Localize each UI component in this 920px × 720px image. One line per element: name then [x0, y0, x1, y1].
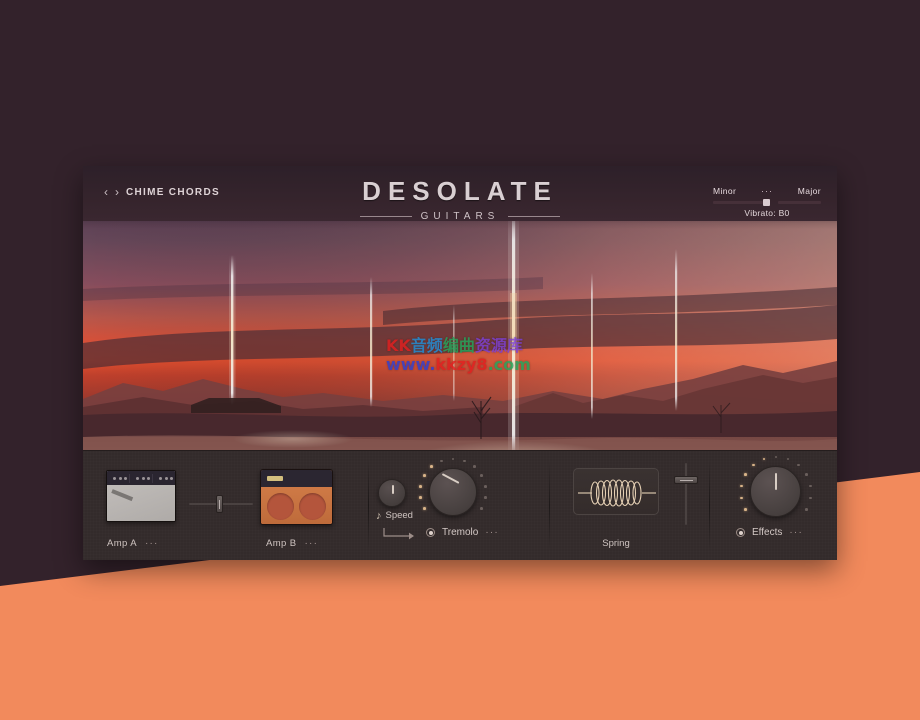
routing-arrow-icon: [383, 528, 414, 540]
knob-tick-dot: [419, 484, 422, 488]
speed-label: Speed: [385, 510, 413, 521]
minor-major-control: Minor ··· Major Vibrato: B0: [713, 186, 821, 218]
knob-tick-dot: [740, 484, 743, 488]
vibrato-label: Vibrato: B0: [744, 208, 790, 218]
amp-a-caption: Amp A ···: [107, 538, 159, 549]
knob-tick-dot: [430, 465, 434, 468]
amp-b-caption: Amp B ···: [266, 538, 318, 549]
brand-title: DESOLATE: [362, 176, 558, 206]
amp-a-knob-group-3: [157, 474, 175, 483]
brand-rule-left: [359, 216, 412, 217]
tremolo-caption: Tremolo ···: [426, 527, 499, 538]
prev-preset-icon[interactable]: ‹: [104, 186, 108, 198]
control-rack: Amp A ··· Amp B ··· ♪ Speed Tremolo ··· …: [83, 450, 837, 560]
plugin-window: KK音频编曲资源库 www.kkzy8.com ‹ › CHIME CHORDS…: [83, 166, 837, 560]
amps-module: Amp A ··· Amp B ···: [83, 451, 369, 560]
preset-name-label[interactable]: CHIME CHORDS: [126, 187, 220, 198]
spring-image[interactable]: [573, 468, 659, 515]
knob-tick-dot: [744, 508, 747, 511]
knob-tick-dot: [480, 474, 483, 477]
effects-caption: Effects ···: [736, 527, 803, 538]
minor-major-dots: ···: [761, 186, 773, 196]
slider-handle[interactable]: [763, 199, 770, 206]
spring-label: Spring: [602, 538, 630, 549]
knob-tick-dot: [786, 457, 790, 461]
amp-a-label: Amp A: [107, 538, 137, 549]
music-note-icon: ♪: [376, 509, 382, 522]
amp-b-control-panel: [261, 470, 332, 487]
knob-tick-dot: [744, 473, 747, 476]
knob-tick-dot: [484, 484, 487, 488]
knob-tick-dot: [752, 463, 755, 467]
speed-caption: ♪ Speed: [376, 510, 413, 521]
amp-a-stripe: [111, 489, 134, 502]
knob-tick-dot: [805, 473, 808, 476]
amp-b-speaker-left: [266, 493, 294, 520]
brand-subtitle: GUITARS: [420, 211, 500, 222]
slider-bar-left: [713, 201, 763, 204]
tremolo-toggle-icon[interactable]: [426, 528, 435, 537]
crossfader-handle[interactable]: [216, 495, 223, 513]
brand-rule-right: [508, 216, 561, 217]
tremolo-knob[interactable]: [429, 468, 477, 516]
plugin-header: ‹ › CHIME CHORDS DESOLATE GUITARS Minor …: [83, 166, 837, 222]
amp-b-image[interactable]: [260, 469, 333, 525]
major-label: Major: [797, 186, 821, 196]
amp-b-menu-icon[interactable]: ···: [305, 538, 319, 548]
spring-module: Spring: [550, 451, 710, 560]
amp-a-control-panel: [107, 471, 175, 485]
amp-a-knob-group-2: [134, 473, 153, 483]
spring-fader-handle[interactable]: [674, 476, 698, 484]
tremolo-label: Tremolo: [442, 527, 479, 538]
speed-knob-pointer: [392, 485, 394, 494]
knob-tick-dot: [451, 457, 455, 461]
preset-breadcrumb: ‹ › CHIME CHORDS: [104, 186, 220, 198]
knob-tick-dot: [419, 496, 422, 500]
knob-tick-dot: [423, 474, 426, 477]
effects-menu-icon[interactable]: ···: [789, 527, 803, 537]
spring-fader-track: [685, 463, 687, 525]
amp-a-image[interactable]: [106, 470, 176, 522]
amp-crossfader[interactable]: [189, 495, 253, 513]
knob-tick-dot: [440, 459, 443, 463]
knob-tick-dot: [797, 463, 800, 467]
amp-b-speaker-right: [299, 493, 327, 520]
spring-coil-icon: [578, 479, 656, 507]
amp-a-knob-group-1: [111, 473, 130, 483]
minor-major-slider[interactable]: [713, 199, 821, 206]
slider-bar-right: [778, 201, 821, 204]
tremolo-module: ♪ Speed Tremolo ···: [369, 451, 550, 560]
knob-tick-dot: [805, 508, 808, 511]
tremolo-menu-icon[interactable]: ···: [485, 527, 499, 537]
amp-b-label: Amp B: [266, 538, 297, 549]
knob-tick-dot: [809, 496, 812, 500]
knob-tick-dot: [740, 496, 743, 500]
knob-tick-dot: [484, 496, 487, 500]
effects-module: Effects ···: [710, 451, 837, 560]
knob-tick-dot: [462, 459, 466, 463]
minor-label: Minor: [713, 186, 737, 196]
next-preset-icon[interactable]: ›: [115, 186, 119, 198]
amp-a-menu-icon[interactable]: ···: [145, 538, 159, 548]
spring-level-fader[interactable]: [674, 463, 698, 525]
amp-b-badge: [267, 476, 283, 481]
knob-tick-dot: [762, 457, 766, 461]
knob-tick-dot: [774, 455, 778, 459]
minor-major-labels: Minor ··· Major: [713, 186, 821, 196]
tremolo-knob-pointer: [441, 473, 460, 484]
knob-tick-dot: [472, 465, 476, 468]
effects-knob[interactable]: [750, 466, 801, 517]
amp-a-grille: [107, 485, 175, 521]
knob-tick-dot: [480, 507, 483, 510]
knob-tick-dot: [809, 484, 812, 488]
amp-b-cabinet: [261, 487, 332, 524]
effects-label: Effects: [752, 527, 783, 538]
speed-knob[interactable]: [378, 479, 406, 507]
effects-knob-pointer: [775, 473, 777, 490]
effects-toggle-icon[interactable]: [736, 528, 745, 537]
knob-tick-dot: [423, 507, 426, 510]
